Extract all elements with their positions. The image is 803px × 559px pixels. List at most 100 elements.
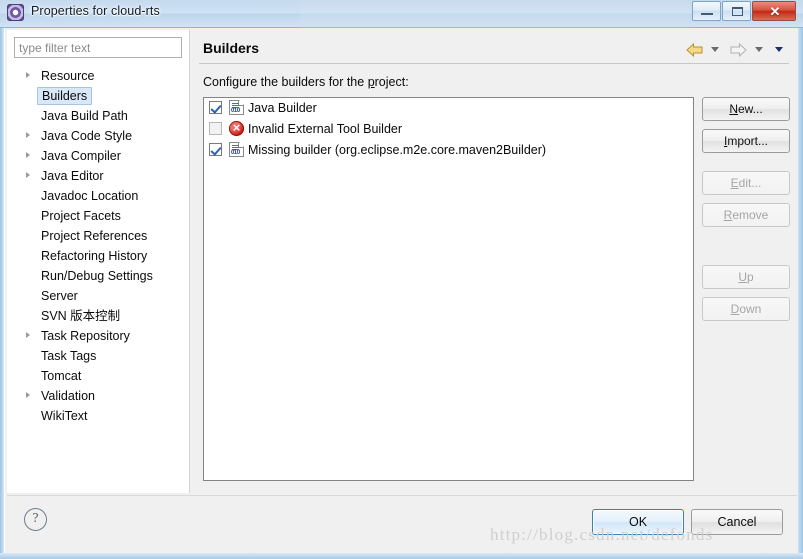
settings-tree-panel: Resource Builders Java Build Path Java Code… [7,30,190,493]
sidebar-item-tomcat[interactable]: Tomcat [7,366,190,386]
builder-label: Java Builder [248,101,317,115]
page-navigation[interactable] [685,41,789,61]
builders-list[interactable]: Java Builder Invalid External Tool Builde… [203,97,694,481]
sidebar-item-label: Task Repository [41,329,130,343]
sidebar-item-javadoc-location[interactable]: Javadoc Location [7,186,190,206]
button-mnemonic: D [730,302,740,316]
sidebar-item-label: Server [41,289,78,303]
up-button: Up [702,265,790,289]
close-button[interactable]: ✕ [752,1,796,21]
error-icon [229,120,244,136]
title-divider [199,63,789,64]
expand-arrow-icon[interactable] [26,332,30,338]
sidebar-item-refactoring-history[interactable]: Refactoring History [7,246,190,266]
dialog-client-area: Resource Builders Java Build Path Java Code… [4,28,798,553]
sidebar-item-label: SVN 版本控制 [41,309,121,323]
settings-tree[interactable]: Resource Builders Java Build Path Java Code… [7,66,190,491]
expand-arrow-icon[interactable] [26,172,30,178]
sidebar-item-label: Builders [37,87,93,105]
back-arrow-icon[interactable] [685,42,704,58]
sidebar-item-label: Run/Debug Settings [41,269,153,283]
sidebar-item-label: Refactoring History [41,249,148,263]
section-description: Configure the builders for the project: [203,75,409,89]
sidebar-item-builders[interactable]: Builders [7,86,190,106]
forward-arrow-icon [729,42,748,58]
back-history-chevron-down-icon[interactable] [710,47,719,53]
page-menu-chevron-down-icon[interactable] [775,47,783,53]
cancel-button[interactable]: Cancel [691,509,783,535]
sidebar-item-label: Task Tags [41,349,97,363]
builder-icon [229,142,244,157]
sidebar-item-server[interactable]: Server [7,286,190,306]
sidebar-item-label: Validation [41,389,95,403]
sidebar-item-label: Project Facets [41,209,121,223]
window-border-bottom [0,553,803,559]
builder-checkbox[interactable] [209,101,222,114]
section-description-mnemonic: p [367,75,375,89]
button-label: p [746,270,754,284]
sidebar-item-wikitext[interactable]: WikiText [7,406,190,426]
minimize-icon [701,13,713,15]
down-button: Down [702,297,790,321]
sidebar-item-label: Project References [41,229,148,243]
remove-button: Remove [702,203,790,227]
button-mnemonic: N [729,102,738,116]
button-label: mport... [727,134,769,148]
sidebar-item-label: Java Code Style [41,129,133,143]
expand-arrow-icon[interactable] [26,132,30,138]
new-button[interactable]: New... [702,97,790,121]
button-mnemonic: E [730,176,739,190]
builder-list-item[interactable]: Java Builder [204,98,693,119]
forward-history-chevron-down-icon [754,47,763,53]
button-label: dit... [738,176,762,190]
sidebar-item-run-debug-settings[interactable]: Run/Debug Settings [7,266,190,286]
builder-icon-lines [232,103,239,108]
filter-input[interactable] [14,37,182,58]
builder-label: Missing builder (org.eclipse.m2e.core.ma… [248,143,547,157]
sidebar-item-project-facets[interactable]: Project Facets [7,206,190,226]
sidebar-item-label: Java Editor [41,169,104,183]
sidebar-item-java-editor[interactable]: Java Editor [7,166,190,186]
sidebar-item-task-repository[interactable]: Task Repository [7,326,190,346]
builder-checkbox[interactable] [209,143,222,156]
ok-button[interactable]: OK [592,509,684,535]
button-label: ew... [737,102,763,116]
import-button[interactable]: Import... [702,129,790,153]
button-mnemonic: R [723,208,733,222]
sidebar-item-java-compiler[interactable]: Java Compiler [7,146,190,166]
button-label: emove [732,208,769,222]
sidebar-item-validation[interactable]: Validation [7,386,190,406]
sidebar-item-task-tags[interactable]: Task Tags [7,346,190,366]
builder-checkbox[interactable] [209,122,222,135]
eclipse-gear-icon [7,4,24,21]
builder-list-item[interactable]: Invalid External Tool Builder [204,119,693,140]
builder-label: Invalid External Tool Builder [248,122,403,136]
sidebar-item-label: Java Compiler [41,149,121,163]
title-bar[interactable]: Properties for cloud-rts ✕ [0,0,803,28]
maximize-icon [732,7,743,16]
sidebar-item-svn[interactable]: SVN 版本控制 [7,306,190,326]
minimize-button[interactable] [692,1,721,21]
properties-dialog-window: Properties for cloud-rts ✕ Resource Build… [0,0,803,559]
expand-arrow-icon[interactable] [26,72,30,78]
title-bar-glass-bleed [300,0,690,28]
sidebar-item-label: WikiText [41,409,88,423]
sidebar-item-java-build-path[interactable]: Java Build Path [7,106,190,126]
window-title: Properties for cloud-rts [31,4,160,18]
sidebar-item-resource[interactable]: Resource [7,66,190,86]
section-description-prefix: Configure the builders for the [203,75,368,89]
help-question-icon[interactable]: ? [24,508,47,531]
section-description-suffix: roject: [374,75,409,89]
maximize-button[interactable] [722,1,751,21]
builders-page: Builders Configure the builders for the … [191,30,797,493]
button-mnemonic: U [738,270,747,284]
expand-arrow-icon[interactable] [26,152,30,158]
builder-icon [229,100,244,115]
expand-arrow-icon[interactable] [26,392,30,398]
sidebar-item-java-code-style[interactable]: Java Code Style [7,126,190,146]
builder-list-item[interactable]: Missing builder (org.eclipse.m2e.core.ma… [204,140,693,161]
sidebar-item-label: Java Build Path [41,109,128,123]
sidebar-item-label: Javadoc Location [41,189,139,203]
sidebar-item-project-references[interactable]: Project References [7,226,190,246]
button-label: own [739,302,762,316]
